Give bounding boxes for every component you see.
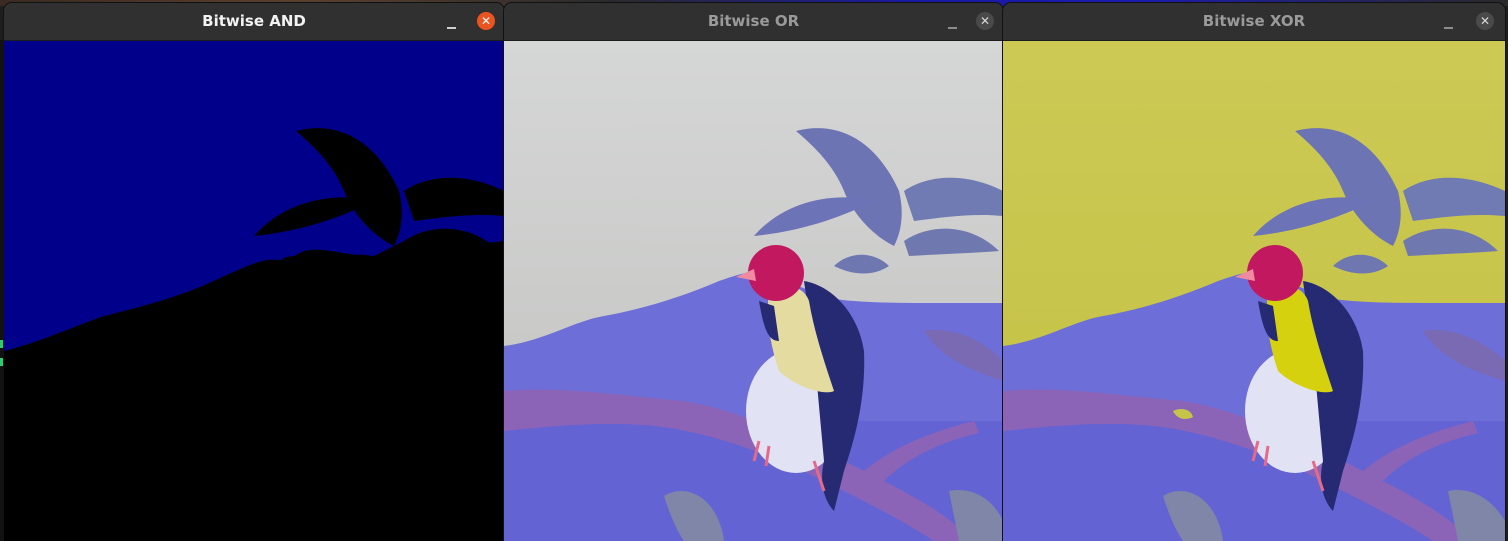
image-canvas-or [504,41,1003,541]
window-title: Bitwise XOR [1202,12,1306,30]
minimize-icon[interactable] [948,21,958,31]
window-bitwise-and[interactable]: Bitwise AND ✕ [4,3,504,541]
and-result-image [4,41,504,541]
close-icon[interactable]: ✕ [1476,12,1494,30]
window-bitwise-or[interactable]: Bitwise OR ✕ [504,3,1003,541]
xor-result-image [1003,41,1505,541]
image-canvas-xor [1003,41,1505,541]
minimize-icon[interactable] [447,21,457,31]
window-titlebar[interactable]: Bitwise OR ✕ [504,3,1003,41]
minimize-icon[interactable] [1444,21,1454,31]
or-result-image [504,41,1003,541]
window-title: Bitwise AND [202,12,306,30]
window-bitwise-xor[interactable]: Bitwise XOR ✕ [1003,3,1505,541]
window-titlebar[interactable]: Bitwise XOR ✕ [1003,3,1505,41]
image-canvas-and [4,41,504,541]
window-titlebar[interactable]: Bitwise AND ✕ [4,3,504,41]
close-icon[interactable]: ✕ [976,12,994,30]
window-title: Bitwise OR [707,12,800,30]
close-icon[interactable]: ✕ [477,12,495,30]
